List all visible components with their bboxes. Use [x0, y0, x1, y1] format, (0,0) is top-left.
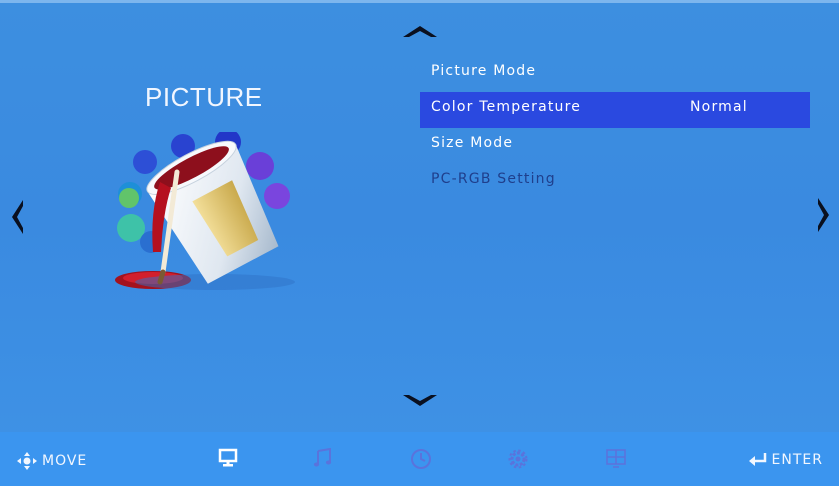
enter-arrow-icon — [748, 453, 766, 466]
monitor-icon — [218, 448, 238, 467]
move-dpad-icon — [17, 452, 37, 470]
scroll-down-arrow-icon[interactable] — [401, 392, 439, 410]
enter-label: ENTER — [771, 452, 823, 468]
clock-icon — [411, 449, 431, 469]
tab-lock[interactable] — [605, 448, 627, 472]
menu-item-label: PC-RGB Setting — [431, 171, 556, 187]
tab-picture[interactable] — [218, 448, 238, 472]
top-border — [0, 0, 839, 3]
menu-item-label: Picture Mode — [431, 63, 537, 79]
move-label: MOVE — [42, 453, 88, 469]
music-note-icon — [313, 447, 332, 467]
scroll-up-arrow-icon[interactable] — [401, 22, 439, 40]
move-hint: MOVE — [16, 452, 87, 470]
tab-setup[interactable] — [507, 448, 529, 474]
grid-icon — [606, 449, 626, 468]
tab-time[interactable] — [410, 448, 432, 474]
paint-bucket-icon — [105, 129, 305, 301]
menu-item-label: Size Mode — [431, 135, 514, 151]
next-page-arrow-icon[interactable] — [815, 196, 833, 234]
previous-page-arrow-icon[interactable] — [8, 198, 26, 236]
menu-item-pc-rgb-setting: PC-RGB Setting — [420, 164, 810, 200]
gear-icon — [508, 449, 528, 469]
tab-sound[interactable] — [313, 447, 333, 472]
menu-item-value: Normal — [690, 99, 748, 115]
menu-item-label: Color Temperature — [431, 99, 582, 115]
section-title: PICTURE — [145, 82, 263, 112]
menu-item-picture-mode[interactable]: Picture Mode — [420, 56, 810, 92]
tv-menu-screen: PICTURE Picture Mode Color Temperature N… — [0, 0, 839, 486]
menu-item-color-temperature[interactable]: Color Temperature Normal — [420, 92, 810, 128]
enter-hint: ENTER — [748, 452, 823, 468]
menu-item-size-mode[interactable]: Size Mode — [420, 128, 810, 164]
bottom-navigation-bar: MOVE ENTER — [0, 432, 839, 486]
picture-menu: Picture Mode Color Temperature Normal Si… — [420, 56, 810, 200]
